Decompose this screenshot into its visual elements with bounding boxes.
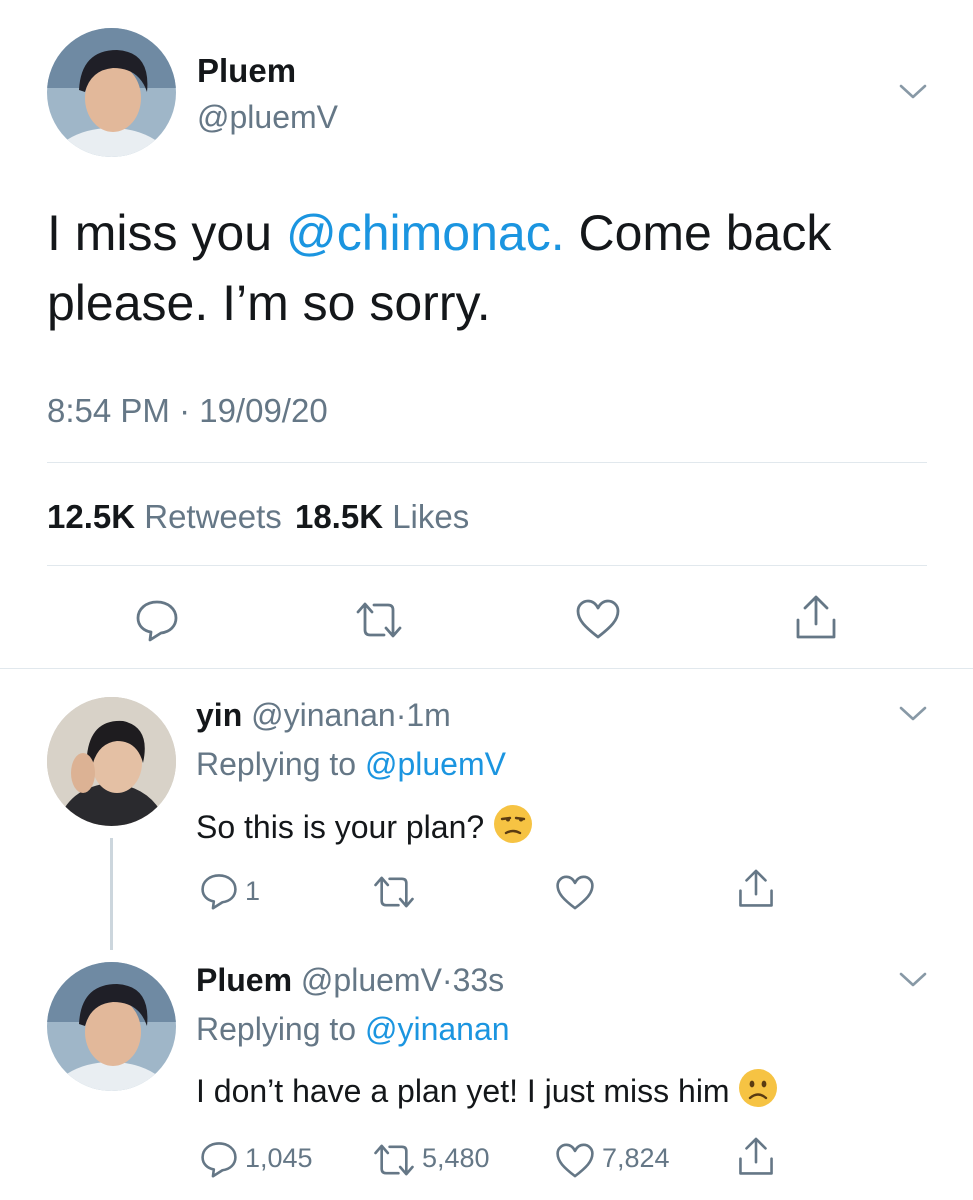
- mention-link[interactable]: @chimonac.: [286, 205, 565, 261]
- main-tweet-display-name[interactable]: Pluem: [197, 52, 296, 90]
- engagement-stats: 12.5K Retweets 18.5K Likes: [47, 498, 469, 536]
- retweet-icon[interactable]: [372, 874, 416, 910]
- reply-handle[interactable]: @yinanan: [251, 697, 396, 733]
- reply-icon[interactable]: [200, 872, 238, 910]
- reply-text-body: So this is your plan?: [196, 809, 494, 845]
- heart-icon[interactable]: [575, 598, 621, 640]
- retweet-icon[interactable]: [354, 600, 404, 640]
- reply-text: So this is your plan?: [196, 804, 533, 852]
- main-tweet-timestamp[interactable]: 8:54 PM · 19/09/20: [47, 392, 328, 430]
- unamused-face-icon: [493, 804, 533, 852]
- reply-text-body: I don’t have a plan yet! I just miss him: [196, 1073, 739, 1109]
- likes-label[interactable]: Likes: [392, 498, 469, 535]
- reply-icon[interactable]: [200, 1140, 238, 1178]
- main-tweet-text: I miss you @chimonac. Come back please. …: [47, 198, 927, 338]
- main-tweet-text-before: I miss you: [47, 205, 286, 261]
- chevron-down-icon[interactable]: [898, 704, 928, 724]
- main-tweet-handle[interactable]: @pluemV: [197, 99, 338, 136]
- replying-to-link[interactable]: @yinanan: [365, 1011, 510, 1047]
- reply-count: 1: [245, 876, 261, 906]
- heart-icon[interactable]: [555, 1142, 595, 1179]
- reply-header: Pluem @pluemV·33s: [196, 962, 504, 999]
- replying-to: Replying to @yinanan: [196, 1011, 510, 1048]
- heart-icon[interactable]: [555, 874, 595, 911]
- retweet-icon[interactable]: [372, 1142, 416, 1178]
- share-icon[interactable]: [737, 868, 775, 910]
- replying-to-link[interactable]: @pluemV: [365, 746, 506, 782]
- reply-separator: ·: [441, 962, 453, 998]
- retweets-label[interactable]: Retweets: [144, 498, 282, 535]
- likes-count[interactable]: 18.5K: [295, 498, 383, 535]
- divider: [47, 565, 927, 566]
- like-count: 7,824: [602, 1143, 670, 1173]
- chevron-down-icon[interactable]: [898, 82, 928, 102]
- reply-icon[interactable]: [135, 598, 179, 642]
- reply-header: yin @yinanan·1m: [196, 697, 451, 734]
- share-icon[interactable]: [794, 594, 838, 642]
- replying-to: Replying to @pluemV: [196, 746, 506, 783]
- reply-avatar[interactable]: [47, 962, 176, 1091]
- thread-line: [110, 838, 113, 950]
- frowning-face-icon: [738, 1068, 778, 1116]
- replying-to-label: Replying to: [196, 1011, 365, 1047]
- reply-count: 1,045: [245, 1143, 313, 1173]
- reply-time[interactable]: 1m: [406, 697, 450, 733]
- replying-to-label: Replying to: [196, 746, 365, 782]
- reply-display-name[interactable]: yin: [196, 697, 242, 733]
- main-tweet-avatar[interactable]: [47, 28, 176, 157]
- reply-text: I don’t have a plan yet! I just miss him: [196, 1068, 778, 1116]
- reply-separator: ·: [395, 697, 407, 733]
- reply-display-name[interactable]: Pluem: [196, 962, 292, 998]
- reply-avatar[interactable]: [47, 697, 176, 826]
- divider: [47, 462, 927, 463]
- retweet-count: 5,480: [422, 1143, 490, 1173]
- chevron-down-icon[interactable]: [898, 970, 928, 990]
- divider: [0, 668, 973, 669]
- reply-handle[interactable]: @pluemV: [301, 962, 442, 998]
- retweets-count[interactable]: 12.5K: [47, 498, 135, 535]
- reply-time[interactable]: 33s: [453, 962, 505, 998]
- share-icon[interactable]: [737, 1136, 775, 1178]
